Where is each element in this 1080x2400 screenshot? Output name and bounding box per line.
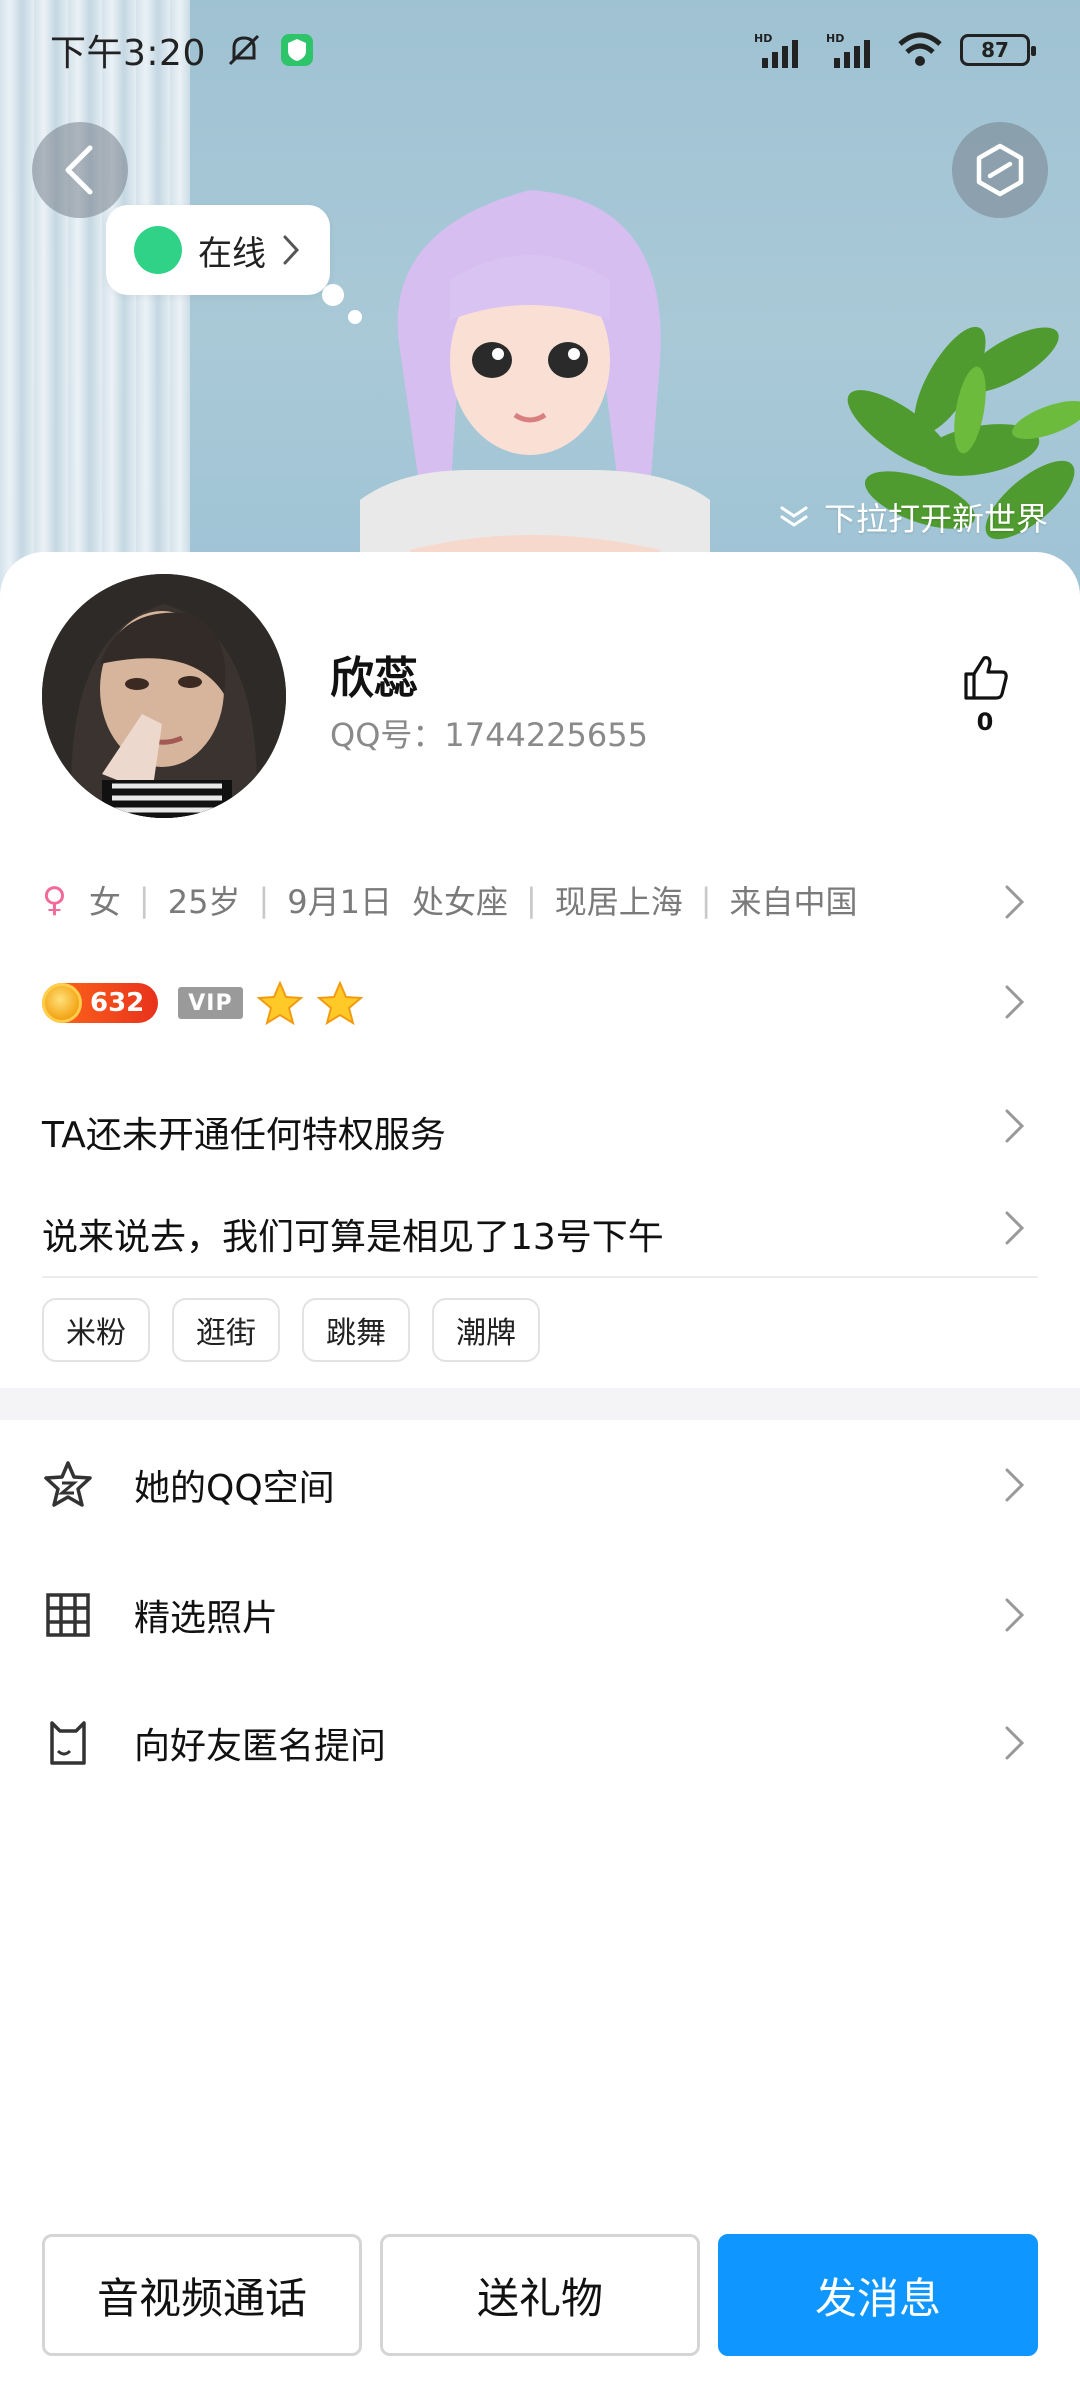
bottom-action-bar: 音视频通话 送礼物 发消息: [42, 2234, 1038, 2356]
residence-text: 现居上海: [554, 883, 683, 921]
mute-bell-icon: [228, 34, 259, 66]
pull-down-hint-text: 下拉打开新世界: [823, 500, 1048, 538]
age-text: 25岁: [167, 883, 241, 921]
gender-text: 女: [88, 883, 121, 921]
photo-grid-icon: [40, 1587, 96, 1643]
interest-tag[interactable]: 潮牌: [432, 1298, 540, 1362]
bubble-tail-small: [348, 310, 362, 324]
thumbs-up-icon: [964, 656, 1008, 700]
level-badge: 632: [42, 983, 159, 1023]
chevron-right-icon: [1005, 1211, 1025, 1245]
signal-hd-icon: HD: [754, 32, 798, 68]
profile-cover[interactable]: 下午3:20 HD HD 87 在线 下拉打开新世界: [0, 0, 1080, 610]
section-divider: [0, 1388, 1080, 1420]
menu-item-photos[interactable]: 精选照片: [0, 1560, 1080, 1670]
qq-number: QQ号：1744225655: [330, 716, 648, 754]
battery-indicator: 87: [960, 34, 1036, 66]
shield-app-icon: [280, 34, 313, 66]
back-button[interactable]: [32, 122, 128, 218]
signal-hd-icon-2: HD: [826, 32, 870, 68]
signature-row[interactable]: 说来说去，我们可算是相见了13号下午: [42, 1208, 664, 1260]
birthday-text: 9月1日: [287, 883, 392, 921]
battery-level: 87: [981, 38, 1009, 62]
chevron-right-icon: [1005, 1468, 1025, 1502]
online-status-bubble[interactable]: 在线: [106, 205, 330, 295]
double-chevron-down-icon: [780, 506, 808, 527]
menu-item-label: 向好友匿名提问: [134, 1726, 387, 1767]
avatar-photo: [42, 574, 286, 818]
badges-row[interactable]: 632 VIP: [42, 970, 363, 1036]
info-separator: |: [525, 881, 537, 919]
interest-tag[interactable]: 米粉: [42, 1298, 150, 1362]
wifi-icon: [898, 32, 942, 66]
online-dot-icon: [134, 226, 182, 274]
chevron-right-icon: [1005, 1598, 1025, 1632]
video-call-button[interactable]: 音视频通话: [42, 2234, 362, 2356]
info-separator: |: [258, 881, 270, 919]
star-icon: [316, 981, 363, 1025]
chevron-right-icon: [1005, 885, 1025, 919]
profile-card: 欣蕊 QQ号：1744225655 0 ♀ 女 | 25岁 | 9月1日 处女座…: [0, 552, 1080, 2400]
online-status-label: 在线: [198, 233, 266, 274]
interest-tags: 米粉 逛街 跳舞 潮牌: [42, 1298, 540, 1362]
chevron-right-icon: [1005, 1109, 1025, 1143]
qzone-star-icon: [40, 1457, 96, 1513]
bubble-tail: [322, 284, 344, 306]
hexagon-icon: [976, 143, 1024, 197]
signal-hd-label-2: HD: [826, 32, 844, 45]
coin-icon: [42, 983, 82, 1023]
menu-item-qzone[interactable]: 她的QQ空间: [0, 1430, 1080, 1540]
pull-down-hint[interactable]: 下拉打开新世界: [778, 494, 1048, 540]
avatar-edit-button[interactable]: [952, 122, 1048, 218]
status-bar: 下午3:20 HD HD 87: [0, 0, 1080, 100]
info-separator: |: [700, 881, 712, 919]
send-message-button[interactable]: 发消息: [718, 2234, 1038, 2356]
star-icon: [256, 981, 303, 1025]
divider: [42, 1276, 1038, 1278]
menu-item-label: 她的QQ空间: [134, 1468, 335, 1509]
interest-tag[interactable]: 逛街: [172, 1298, 280, 1362]
chevron-left-icon: [65, 145, 93, 195]
send-gift-button[interactable]: 送礼物: [380, 2234, 700, 2356]
basic-info-row[interactable]: ♀ 女 | 25岁 | 9月1日 处女座 | 现居上海 | 来自中国: [42, 870, 1038, 930]
origin-text: 来自中国: [729, 883, 858, 921]
menu-item-label: 精选照片: [134, 1598, 279, 1639]
level-value: 632: [90, 988, 145, 1018]
like-button[interactable]: 0: [950, 652, 1020, 736]
interest-tag[interactable]: 跳舞: [302, 1298, 410, 1362]
anonymous-question-icon: [40, 1715, 96, 1771]
like-count: 0: [976, 708, 994, 736]
info-separator: |: [138, 881, 150, 919]
menu-item-anonymous-question[interactable]: 向好友匿名提问: [0, 1688, 1080, 1798]
chevron-right-icon: [1005, 985, 1025, 1019]
zodiac-text: 处女座: [411, 883, 508, 921]
chevron-right-icon: [1005, 1726, 1025, 1760]
nickname: 欣蕊: [330, 653, 418, 704]
signal-hd-label: HD: [754, 32, 772, 45]
chevron-right-icon: [283, 235, 300, 265]
profile-avatar[interactable]: [42, 574, 286, 818]
vip-badge: VIP: [178, 987, 243, 1019]
privilege-row[interactable]: TA还未开通任何特权服务: [42, 1106, 446, 1158]
avatar-3d-character[interactable]: [340, 170, 740, 610]
female-gender-icon: ♀: [42, 880, 67, 920]
status-time: 下午3:20: [50, 33, 206, 74]
